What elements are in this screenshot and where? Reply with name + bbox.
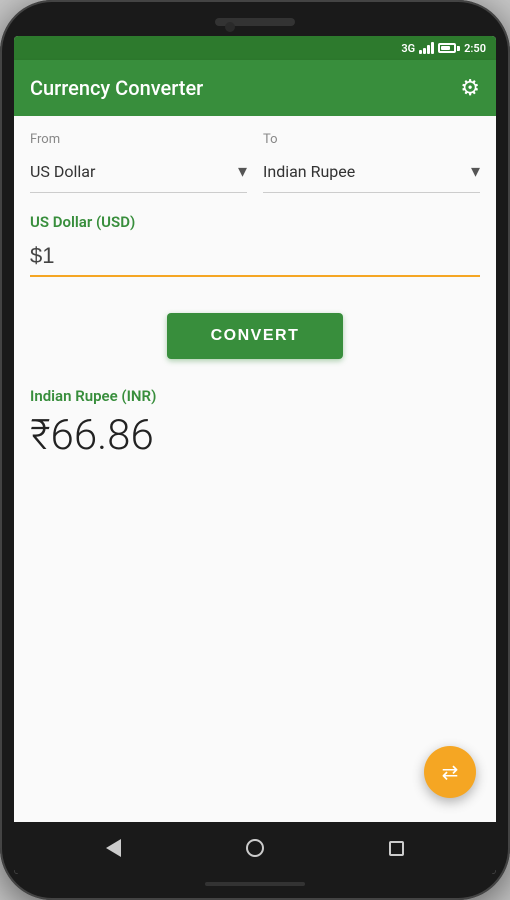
from-selector-group: From US Dollar ▾ bbox=[30, 132, 247, 193]
from-dropdown[interactable]: US Dollar ▾ bbox=[30, 151, 247, 193]
recent-icon[interactable] bbox=[389, 841, 404, 856]
to-selector-group: To Indian Rupee ▾ bbox=[263, 132, 480, 193]
settings-icon[interactable]: ⚙ bbox=[460, 76, 480, 101]
status-icons: 3G 2:50 bbox=[401, 42, 486, 55]
back-icon[interactable] bbox=[106, 839, 121, 857]
nav-bar bbox=[14, 822, 496, 874]
result-section: Indian Rupee (INR) ₹66.86 bbox=[30, 387, 480, 460]
app-bar: Currency Converter ⚙ bbox=[14, 60, 496, 116]
bottom-bar bbox=[205, 882, 305, 886]
result-currency-label: Indian Rupee (INR) bbox=[30, 387, 480, 405]
from-label: From bbox=[30, 132, 247, 147]
app-title: Currency Converter bbox=[30, 76, 203, 100]
convert-btn-wrapper: CONVERT bbox=[30, 313, 480, 359]
to-value: Indian Rupee bbox=[263, 162, 355, 181]
signal-label: 3G bbox=[401, 42, 415, 55]
result-value: ₹66.86 bbox=[30, 411, 480, 460]
from-value: US Dollar bbox=[30, 162, 95, 181]
amount-input-wrapper bbox=[30, 239, 480, 277]
selectors-row: From US Dollar ▾ To Indian Rupee ▾ bbox=[30, 132, 480, 193]
from-arrow-icon: ▾ bbox=[238, 161, 247, 182]
signal-icon bbox=[419, 42, 434, 54]
input-section: US Dollar (USD) bbox=[30, 213, 480, 293]
content-area: From US Dollar ▾ To Indian Rupee ▾ US Do bbox=[14, 116, 496, 822]
battery-icon bbox=[438, 43, 460, 53]
to-dropdown[interactable]: Indian Rupee ▾ bbox=[263, 151, 480, 193]
status-bar: 3G 2:50 bbox=[14, 36, 496, 60]
to-arrow-icon: ▾ bbox=[471, 161, 480, 182]
to-label: To bbox=[263, 132, 480, 147]
phone-screen: 3G 2:50 Currency Converter ⚙ From bbox=[14, 36, 496, 874]
result-amount: 66.86 bbox=[51, 411, 154, 460]
amount-input[interactable] bbox=[30, 239, 480, 275]
camera bbox=[225, 22, 235, 32]
phone-frame: 3G 2:50 Currency Converter ⚙ From bbox=[0, 0, 510, 900]
home-icon[interactable] bbox=[246, 839, 264, 857]
swap-icon: ⇄ bbox=[442, 760, 459, 784]
from-currency-label: US Dollar (USD) bbox=[30, 213, 480, 231]
swap-fab[interactable]: ⇄ bbox=[424, 746, 476, 798]
convert-button[interactable]: CONVERT bbox=[167, 313, 344, 359]
result-symbol: ₹ bbox=[30, 411, 51, 460]
clock: 2:50 bbox=[464, 42, 486, 55]
